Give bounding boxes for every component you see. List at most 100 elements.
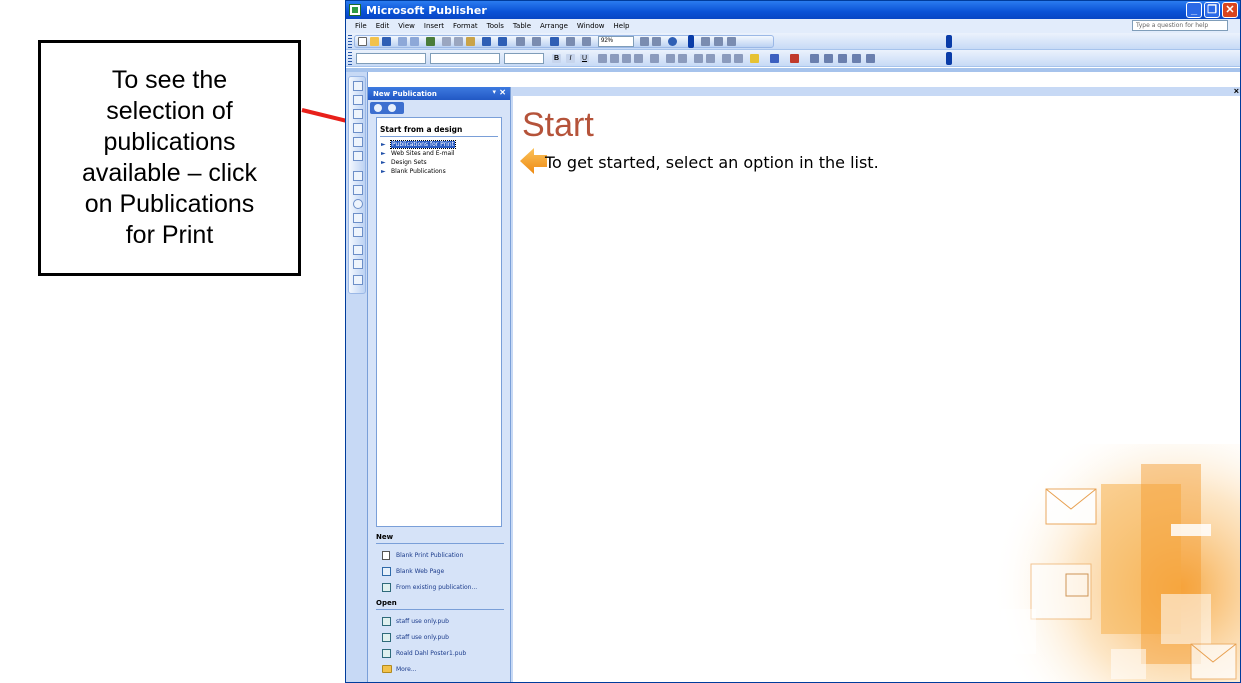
decrease-font-icon[interactable] <box>722 54 731 63</box>
hyperlink-icon[interactable] <box>550 37 559 46</box>
align-center-icon[interactable] <box>610 54 619 63</box>
dash-style-icon[interactable] <box>824 54 833 63</box>
clip-art-tool-icon[interactable] <box>353 151 363 161</box>
publisher-app-icon[interactable] <box>349 4 361 16</box>
blank-print-publication-link[interactable]: Blank Print Publication <box>382 549 463 561</box>
menu-view[interactable]: View <box>398 22 415 30</box>
spelling-icon[interactable] <box>426 37 435 46</box>
toolbar-options-format-icon[interactable] <box>946 52 952 65</box>
format-painter-icon[interactable] <box>727 37 736 46</box>
menu-tools[interactable]: Tools <box>487 22 504 30</box>
save-icon[interactable] <box>382 37 391 46</box>
3d-style-icon[interactable] <box>866 54 875 63</box>
close-document-icon[interactable]: × <box>1234 86 1239 96</box>
arrow-tool-icon[interactable] <box>353 185 363 195</box>
zoom-in-icon[interactable] <box>652 37 661 46</box>
style-select[interactable] <box>356 53 426 64</box>
redo-icon[interactable] <box>498 37 507 46</box>
line-color-icon[interactable] <box>770 54 779 63</box>
menu-edit[interactable]: Edit <box>376 22 390 30</box>
more-files-link[interactable]: More... <box>382 663 417 675</box>
line-spacing-icon[interactable] <box>650 54 659 63</box>
toolbar-grip-format[interactable] <box>348 52 352 65</box>
menu-format[interactable]: Format <box>453 22 478 30</box>
send-to-back-icon[interactable] <box>532 37 541 46</box>
align-left-icon[interactable] <box>598 54 607 63</box>
new-icon[interactable] <box>358 37 367 46</box>
help-icon[interactable] <box>668 37 677 46</box>
italic-icon[interactable]: I <box>566 54 575 63</box>
print-icon[interactable] <box>398 37 407 46</box>
zoom-select[interactable]: 92% <box>598 36 634 47</box>
shadow-style-icon[interactable] <box>852 54 861 63</box>
cut-icon[interactable] <box>442 37 451 46</box>
align-right-icon[interactable] <box>622 54 631 63</box>
increase-font-icon[interactable] <box>734 54 743 63</box>
open-icon[interactable] <box>370 37 379 46</box>
task-pane-menu-icon[interactable]: ▾ <box>492 88 496 96</box>
line-tool-icon[interactable] <box>353 171 363 181</box>
line-style-icon[interactable] <box>810 54 819 63</box>
form-control-tool-icon[interactable] <box>353 259 363 269</box>
table-tool-icon[interactable] <box>353 109 363 119</box>
design-item-publications-for-print[interactable]: ► Publications for Print <box>381 139 456 149</box>
task-pane-close-icon[interactable]: ✕ <box>499 88 506 97</box>
select-tool-icon[interactable] <box>353 81 363 91</box>
rectangle-tool-icon[interactable] <box>353 213 363 223</box>
bold-icon[interactable]: B <box>552 54 561 63</box>
justify-icon[interactable] <box>634 54 643 63</box>
menu-file[interactable]: File <box>355 22 367 30</box>
wordart-tool-icon[interactable] <box>353 123 363 133</box>
recent-file-link[interactable]: Roald Dahl Poster1.pub <box>382 647 466 659</box>
hot-spot-tool-icon[interactable] <box>353 245 363 255</box>
oval-tool-icon[interactable] <box>353 199 363 209</box>
help-search-box[interactable]: Type a question for help <box>1132 20 1228 31</box>
bring-to-front-icon[interactable] <box>516 37 525 46</box>
menu-table[interactable]: Table <box>513 22 531 30</box>
blank-web-page-link[interactable]: Blank Web Page <box>382 565 444 577</box>
font-select[interactable] <box>430 53 500 64</box>
master-page-icon[interactable] <box>714 37 723 46</box>
design-item-design-sets[interactable]: ► Design Sets <box>381 158 427 166</box>
undo-icon[interactable] <box>482 37 491 46</box>
back-icon[interactable] <box>374 104 382 112</box>
text-box-tool-icon[interactable] <box>353 95 363 105</box>
copy-icon[interactable] <box>454 37 463 46</box>
forward-icon[interactable] <box>388 104 396 112</box>
picture-tool-icon[interactable] <box>353 137 363 147</box>
fill-color-icon[interactable] <box>750 54 759 63</box>
paste-icon[interactable] <box>466 37 475 46</box>
numbering-icon[interactable] <box>666 54 675 63</box>
toolbar-grip[interactable] <box>348 35 352 48</box>
paragraph-icon[interactable] <box>582 37 591 46</box>
menu-window[interactable]: Window <box>577 22 605 30</box>
columns-icon[interactable] <box>566 37 575 46</box>
layout-guides-icon[interactable] <box>701 37 710 46</box>
link-label: staff use only.pub <box>396 617 449 625</box>
underline-icon[interactable]: U <box>580 54 589 63</box>
font-color-icon[interactable] <box>790 54 799 63</box>
design-item-web-sites[interactable]: ► Web Sites and E-mail <box>381 149 455 157</box>
arrow-style-icon[interactable] <box>838 54 847 63</box>
menu-arrange[interactable]: Arrange <box>540 22 568 30</box>
design-item-blank-publications[interactable]: ► Blank Publications <box>381 167 446 175</box>
zoom-out-icon[interactable] <box>640 37 649 46</box>
menu-help[interactable]: Help <box>614 22 630 30</box>
from-existing-publication-link[interactable]: From existing publication... <box>382 581 477 593</box>
minimize-button[interactable]: _ <box>1186 2 1202 18</box>
recent-file-link[interactable]: staff use only.pub <box>382 615 449 627</box>
increase-indent-icon[interactable] <box>706 54 715 63</box>
menu-insert[interactable]: Insert <box>424 22 444 30</box>
toolbar-options-icon[interactable] <box>688 35 694 48</box>
close-window-button[interactable]: ✕ <box>1222 2 1238 18</box>
maximize-button[interactable]: ❐ <box>1204 2 1220 18</box>
recent-file-link[interactable]: staff use only.pub <box>382 631 449 643</box>
bullets-icon[interactable] <box>678 54 687 63</box>
font-size-select[interactable] <box>504 53 544 64</box>
toolbar-options-end-icon[interactable] <box>946 35 952 48</box>
design-gallery-tool-icon[interactable] <box>353 275 363 285</box>
autoshapes-tool-icon[interactable] <box>353 227 363 237</box>
decrease-indent-icon[interactable] <box>694 54 703 63</box>
open-section-divider <box>376 609 504 610</box>
print-preview-icon[interactable] <box>410 37 419 46</box>
